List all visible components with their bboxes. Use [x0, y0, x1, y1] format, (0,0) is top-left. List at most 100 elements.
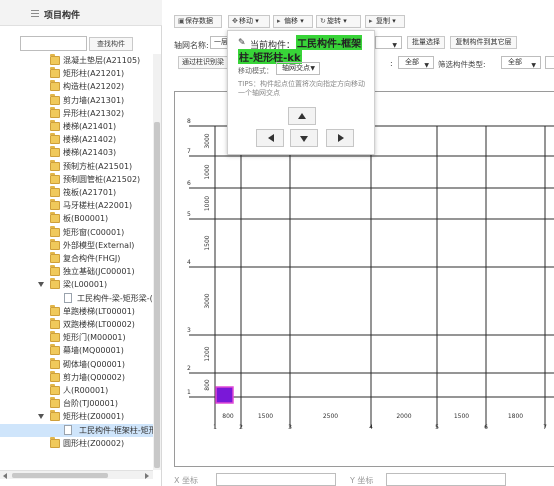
tree-item-label: 矩形柱(Z00001) — [63, 412, 125, 422]
scrollbar-thumb[interactable] — [154, 122, 160, 468]
tree-folder-item[interactable]: 外部模型(External) — [0, 238, 153, 252]
tree-horizontal-scrollbar[interactable] — [0, 470, 153, 479]
project-components-panel: 项目构件 查找构件 混凝土垫层(A21105) 矩形柱(A21201) 构造柱(A2… — [0, 0, 162, 486]
component-search-input[interactable] — [20, 36, 87, 51]
tree-item-label: 楼梯(A21402) — [63, 135, 117, 145]
tree-folder-item[interactable]: 构造柱(A21202) — [0, 80, 153, 93]
tree-item-label: 马牙槎柱(A22001) — [63, 201, 133, 211]
move-down-button[interactable] — [290, 129, 318, 147]
tree-folder-item[interactable]: 圆形柱(Z00002) — [0, 436, 153, 450]
y-coord-input[interactable] — [386, 473, 506, 486]
tree-item-label: 单跑楼梯(LT00001) — [63, 306, 135, 316]
tree-folder-item[interactable]: 剪力墙(A21301) — [0, 93, 153, 107]
folder-icon — [50, 146, 60, 158]
tree-item-label: 筏板(A21701) — [63, 188, 117, 197]
tree-vertical-scrollbar[interactable] — [153, 54, 161, 470]
tree-item-label: 外部模型(External) — [63, 240, 135, 250]
tree-folder-item[interactable]: 双跑楼梯(LT00002) — [0, 318, 153, 331]
tree-folder-item[interactable]: 楼梯(A21402) — [0, 133, 153, 146]
column-spacing-label: 2500 — [323, 413, 338, 420]
tree-folder-item[interactable]: 楼梯(A21403) — [0, 146, 153, 159]
tree-folder-item[interactable]: 矩形柱(A21201) — [0, 67, 153, 80]
tree-folder-item[interactable]: 预制方桩(A21501) — [0, 159, 153, 173]
all-select-1[interactable]: 全部 ▼ — [398, 56, 434, 69]
expand-icon[interactable] — [38, 414, 44, 420]
folder-icon — [50, 54, 60, 65]
folder-icon — [50, 252, 60, 263]
tree-folder-item[interactable]: 剪力墙(Q00002) — [0, 370, 153, 384]
tree-folder-item[interactable]: 幕墙(MQ00001) — [0, 344, 153, 357]
tree-folder-item[interactable]: 台阶(TJ00001) — [0, 397, 153, 410]
tree-folder-item[interactable]: 矩形柱(Z00001) — [0, 410, 153, 423]
expand-icon[interactable] — [38, 282, 44, 288]
y-coord-label: Y 坐标 — [350, 476, 374, 485]
move-up-button[interactable] — [288, 107, 316, 125]
copy-icon: ▸ — [369, 17, 373, 25]
folder-icon — [50, 225, 60, 237]
tree-folder-item[interactable]: 复合构件(FHGJ) — [0, 252, 153, 265]
folder-icon — [50, 172, 60, 184]
folder-icon — [50, 331, 60, 343]
copy-to-other-layer-button[interactable]: 复制构件到其它层 — [450, 36, 517, 49]
column-spacing-label: 2000 — [396, 413, 411, 420]
tree-folder-item[interactable]: 人(R00001) — [0, 384, 153, 397]
tree-item-label: 预制方桩(A21501) — [63, 161, 133, 171]
tree-item-label: 混凝土垫层(A21105) — [63, 56, 141, 65]
axis-name-label: 轴网名称: — [174, 41, 209, 50]
tips-text: TIPS：构件起点位置将次向指定方向移动一个轴网交点 — [238, 80, 366, 97]
selected-column-element[interactable] — [215, 386, 234, 404]
tree-leaf-item[interactable]: 工民构件-框架柱-矩形 — [0, 423, 153, 437]
row-axis-label: 1 — [187, 389, 191, 396]
tree-folder-item[interactable]: 马牙槎柱(A22001) — [0, 199, 153, 212]
find-component-button[interactable]: 查找构件 — [89, 37, 133, 51]
move-left-button[interactable] — [256, 129, 284, 147]
column-spacing-label: 1500 — [454, 413, 469, 420]
folder-icon — [50, 265, 60, 277]
tree-folder-item[interactable]: 楼梯(A21401) — [0, 120, 153, 133]
save-data-button[interactable]: ▣保存数据 — [174, 15, 222, 28]
tree-folder-item[interactable]: 独立基础(JC00001) — [0, 265, 153, 278]
tree-folder-item[interactable]: 混凝土垫层(A21105) — [0, 54, 153, 67]
identify-beam-by-column-button[interactable]: 通过柱识别梁 — [178, 56, 228, 69]
colon-label: : — [390, 59, 393, 68]
tree-folder-item[interactable]: 单跑楼梯(LT00001) — [0, 304, 153, 318]
filter-type-label: 筛选构件类型: — [438, 60, 486, 69]
tree-folder-item[interactable]: 矩形窗(C00001) — [0, 225, 153, 239]
tree-folder-item[interactable]: 板(B00001) — [0, 212, 153, 225]
extra-select[interactable] — [545, 56, 554, 69]
tree-folder-item[interactable]: 砌体墙(Q00001) — [0, 357, 153, 371]
tree-folder-item[interactable]: 梁(L00001) — [0, 278, 153, 291]
move-button[interactable]: ✥移动 ▾ — [228, 15, 270, 28]
tree-leaf-item[interactable]: 工民构件-梁-矩形梁-( — [0, 292, 153, 305]
scrollbar-thumb[interactable] — [12, 473, 108, 478]
tree-item-label: 幕墙(MQ00001) — [63, 346, 124, 356]
component-type-select[interactable]: 全部 ▼ — [501, 56, 541, 69]
folder-icon — [50, 397, 60, 409]
arrow-down-icon — [300, 136, 308, 142]
scroll-right-icon[interactable] — [145, 473, 149, 479]
axis-dropdown[interactable]: ▼ — [375, 36, 402, 49]
batch-select-button[interactable]: 批量选择 — [407, 36, 445, 49]
tree-folder-item[interactable]: 异形柱(A21302) — [0, 106, 153, 120]
copy-button[interactable]: ▸ 复制 ▾ — [365, 15, 405, 28]
x-coord-input[interactable] — [216, 473, 336, 486]
menu-icon[interactable] — [31, 10, 39, 17]
move-mode-select[interactable]: 轴网交点 ▼ — [276, 62, 320, 75]
tree-item-label: 预制圆管桩(A21502) — [63, 174, 141, 184]
tree-folder-item[interactable]: 矩形门(M00001) — [0, 331, 153, 344]
row-axis-label: 8 — [187, 118, 191, 125]
tree-item-label: 剪力墙(A21301) — [63, 95, 125, 105]
folder-icon — [50, 80, 60, 92]
folder-icon — [50, 384, 60, 395]
folder-icon — [50, 186, 60, 197]
move-right-button[interactable] — [326, 129, 354, 147]
row-axis-label: 6 — [187, 180, 191, 187]
offset-button[interactable]: ▸ 偏移 ▾ — [273, 15, 313, 28]
scroll-left-icon[interactable] — [3, 473, 7, 479]
tree-folder-item[interactable]: 筏板(A21701) — [0, 186, 153, 199]
tree-item-label: 剪力墙(Q00002) — [63, 372, 125, 382]
folder-icon — [50, 344, 60, 356]
tree-folder-item[interactable]: 预制圆管桩(A21502) — [0, 172, 153, 186]
rotate-button[interactable]: ↻旋转 ▾ — [316, 15, 361, 28]
file-icon — [64, 292, 72, 303]
